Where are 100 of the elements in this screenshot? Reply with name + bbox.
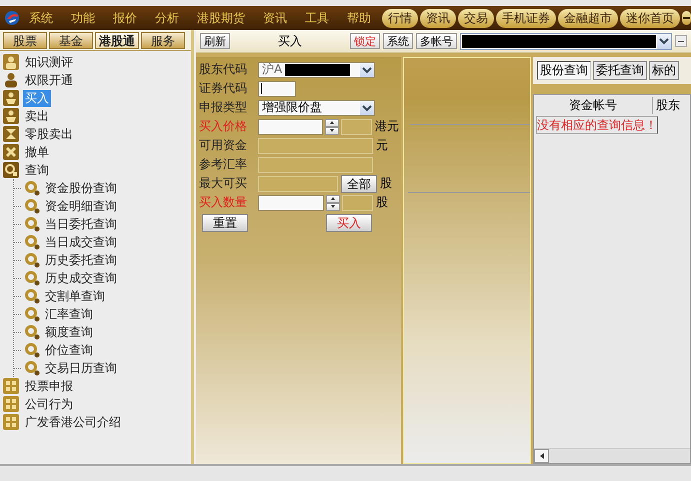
field-label: 申报类型 <box>199 99 248 116</box>
horizontal-scrollbar[interactable] <box>534 448 690 463</box>
tree-item[interactable]: 投票申报 <box>23 378 75 394</box>
field-label: 证券代码 <box>199 80 248 97</box>
tree-item[interactable]: 广发香港公司介绍 <box>23 414 123 430</box>
down-arrow-icon <box>330 129 334 132</box>
side-tab[interactable]: 基金 <box>49 32 93 49</box>
tree-item[interactable]: 汇率查询 <box>43 306 95 322</box>
chevron-down-icon <box>362 104 372 112</box>
unit-label: 股 <box>379 175 392 192</box>
order-type-select[interactable]: 增强限价盘 <box>258 100 375 116</box>
menu-item[interactable]: 功能 <box>62 10 104 26</box>
tree-item[interactable]: 价位查询 <box>43 342 95 358</box>
spin-up-button[interactable] <box>325 118 340 126</box>
reset-button[interactable]: 重置 <box>202 214 248 232</box>
tree-item[interactable]: 权限开通 <box>23 72 75 88</box>
chevron-down-icon <box>659 37 669 45</box>
refresh-button[interactable]: 刷新 <box>200 33 230 49</box>
input-field[interactable] <box>258 80 296 96</box>
person-cart-icon <box>3 108 19 124</box>
menu-item[interactable]: 报价 <box>104 10 146 26</box>
tree-item[interactable]: 公司行为 <box>23 396 75 412</box>
unit-field <box>341 118 372 134</box>
nav-button[interactable]: 金融超市 <box>558 8 618 28</box>
text-cursor <box>261 83 262 94</box>
input-field[interactable] <box>258 194 324 210</box>
select-value: 增强限价盘 <box>261 99 323 116</box>
nav-button[interactable]: 资讯 <box>420 8 456 28</box>
tree-item[interactable]: 额度查询 <box>43 324 95 340</box>
all-button[interactable]: 全部 <box>341 174 377 192</box>
tree-item[interactable]: 交易日历查询 <box>43 360 119 376</box>
page-title: 买入 <box>277 32 303 50</box>
magnifier-icon <box>24 198 40 214</box>
holder-select[interactable]: 沪A <box>258 62 375 78</box>
query-tab[interactable]: 委托查询 <box>593 61 647 80</box>
nav-button[interactable]: 手机证券 <box>496 8 556 28</box>
grid-icon <box>3 414 19 430</box>
account-select[interactable] <box>460 32 672 50</box>
tree-item[interactable]: 当日成交查询 <box>43 234 119 250</box>
chevron-down-icon <box>362 66 372 74</box>
unit-label: 元 <box>375 137 388 154</box>
tree-item[interactable]: 查询 <box>23 162 51 178</box>
field-label: 可用资金 <box>199 137 248 154</box>
magnifier-icon <box>24 306 40 322</box>
query-tab[interactable]: 标的 <box>649 61 679 80</box>
magnifier-icon <box>24 360 40 376</box>
magnifier-icon <box>24 288 40 304</box>
magnifier-icon <box>24 324 40 340</box>
select-value: 沪A <box>261 61 284 78</box>
grid-icon <box>3 378 19 394</box>
magnifier-icon <box>24 216 40 232</box>
collapse-button[interactable] <box>675 35 687 47</box>
buy-button[interactable]: 买入 <box>326 214 372 232</box>
menu-item[interactable]: 分析 <box>146 10 188 26</box>
query-tab[interactable]: 股份查询 <box>537 61 591 80</box>
tree-item[interactable]: 当日委托查询 <box>43 216 119 232</box>
minimize-button[interactable] <box>682 11 691 25</box>
column-header: 资金帐号 <box>568 96 618 114</box>
magnifier-icon <box>3 162 19 178</box>
side-tab[interactable]: 服务 <box>141 32 185 49</box>
tree-item[interactable]: 零股卖出 <box>23 126 75 142</box>
empty-message: 没有相应的查询信息！ <box>536 116 658 134</box>
field-label: 参考汇率 <box>199 156 248 173</box>
field-label: 股东代码 <box>199 61 248 78</box>
menu-item[interactable]: 资讯 <box>254 10 296 26</box>
up-arrow-icon <box>330 121 334 124</box>
magnifier-icon <box>24 270 40 286</box>
tree-item[interactable]: 历史成交查询 <box>43 270 119 286</box>
person-cart-icon <box>3 90 19 106</box>
tree-item[interactable]: 历史委托查询 <box>43 252 119 268</box>
down-arrow-icon <box>331 205 335 208</box>
tree-item[interactable]: 卖出 <box>23 108 51 124</box>
nav-button[interactable]: 迷你首页 <box>620 8 680 28</box>
side-tab[interactable]: 股票 <box>3 32 47 49</box>
user-card-icon <box>3 54 19 70</box>
left-arrow-icon <box>540 453 544 459</box>
magnifier-icon <box>24 234 40 250</box>
input-field[interactable] <box>258 118 324 134</box>
side-tab[interactable]: 港股通 <box>95 32 139 49</box>
person-icon <box>3 72 19 88</box>
tree-item[interactable]: 资金股份查询 <box>43 180 119 196</box>
tree-item[interactable]: 知识测评 <box>23 54 75 70</box>
tree-item[interactable]: 撤单 <box>23 144 51 160</box>
unit-label: 港元 <box>374 118 400 135</box>
tree-item[interactable]: 交割单查询 <box>43 288 107 304</box>
redacted-block <box>285 64 350 76</box>
nav-button[interactable]: 交易 <box>458 8 494 28</box>
field-label: 最大可买 <box>199 175 248 192</box>
toolbar-button[interactable]: 系统 <box>383 33 413 49</box>
tree-item[interactable]: 资金明细查询 <box>43 198 119 214</box>
toolbar-button[interactable]: 多帐号 <box>416 33 457 49</box>
app-logo-icon <box>4 10 20 26</box>
menu-item[interactable]: 港股期货 <box>188 10 254 26</box>
toolbar-button[interactable]: 锁定 <box>350 33 380 49</box>
spin-up-button[interactable] <box>326 194 340 202</box>
nav-button[interactable]: 行情 <box>382 8 418 28</box>
menu-item[interactable]: 工具 <box>296 10 338 26</box>
menu-item[interactable]: 帮助 <box>338 10 380 26</box>
minimize-icon <box>682 14 691 22</box>
menu-item[interactable]: 系统 <box>20 10 62 26</box>
